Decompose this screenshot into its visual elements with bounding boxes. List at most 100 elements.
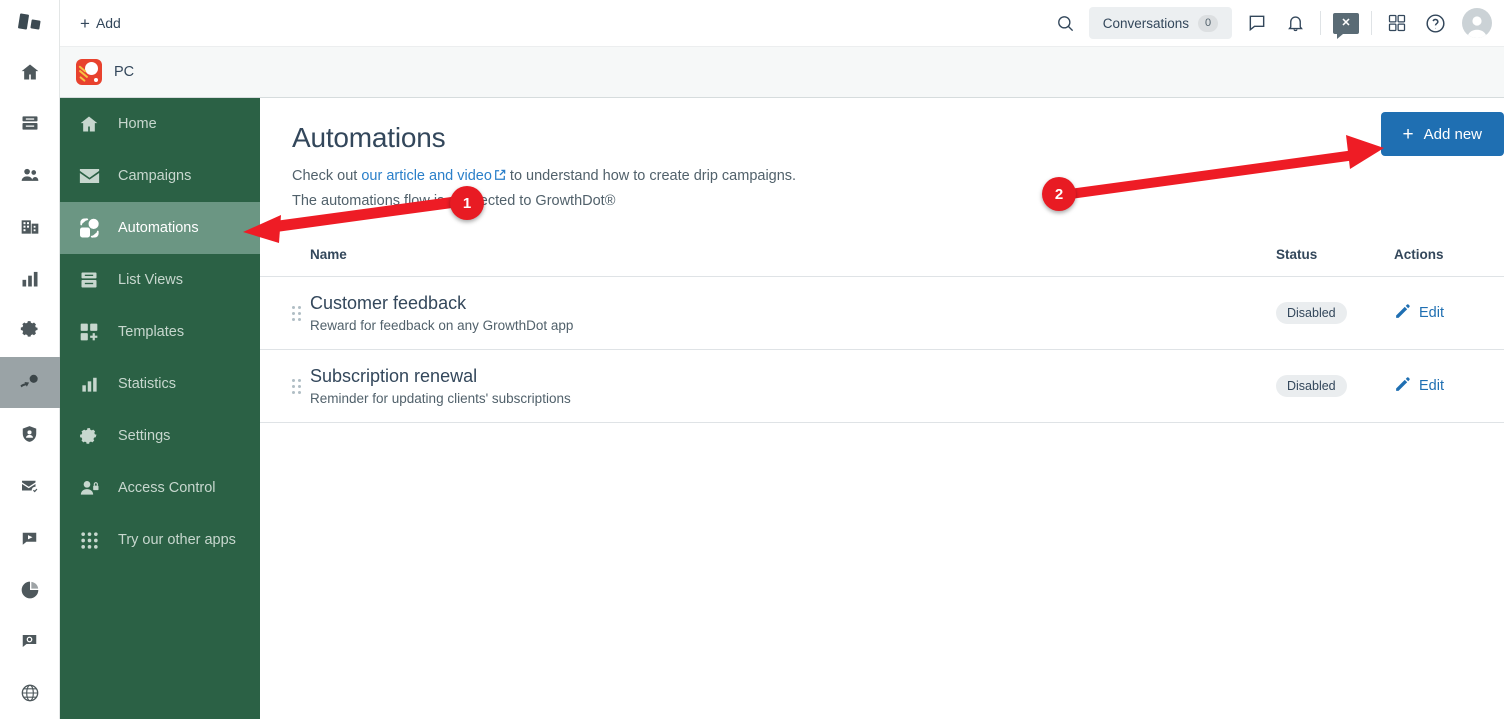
page-subtitle-line2: The automations flow is connected to Gro… xyxy=(292,193,616,209)
sidebar-item-access-control[interactable]: Access Control xyxy=(60,462,260,514)
column-header-handle xyxy=(260,237,310,277)
automation-description: Reward for feedback on any GrowthDot app xyxy=(310,318,574,333)
sidebar-item-try-our-other-apps[interactable]: Try our other apps xyxy=(60,514,260,566)
drag-handle-icon[interactable] xyxy=(292,305,302,321)
notifications-bell-icon[interactable] xyxy=(1276,4,1314,42)
rail-item-settings[interactable] xyxy=(0,305,60,357)
edit-label: Edit xyxy=(1419,305,1444,321)
sidebar-item-list-views[interactable]: List Views xyxy=(60,254,260,306)
product-logo-icon xyxy=(76,59,102,85)
add-new-label: Add new xyxy=(1423,125,1482,143)
add-button[interactable]: + Add xyxy=(74,11,127,36)
page-title: Automations xyxy=(292,122,446,153)
rail-item-automations-app[interactable] xyxy=(0,356,60,409)
sidebar-item-campaigns[interactable]: Campaigns xyxy=(60,150,260,202)
drag-handle-icon[interactable] xyxy=(292,378,302,394)
subtitle-suffix: to understand how to create drip campaig… xyxy=(505,168,797,184)
sidebar-item-settings[interactable]: Settings xyxy=(60,410,260,462)
chat-close-glyph: ✕ xyxy=(1333,12,1359,39)
sidebar-item-statistics[interactable]: Statistics xyxy=(60,358,260,410)
main-content: Automations Check out our article and vi… xyxy=(260,98,1504,719)
left-icon-rail xyxy=(0,0,60,719)
plus-icon: + xyxy=(1402,123,1414,145)
sidebar-item-home[interactable]: Home xyxy=(60,98,260,150)
rail-item-reports[interactable] xyxy=(0,253,60,305)
apps-grid-icon xyxy=(60,531,118,550)
status-badge: Disabled xyxy=(1276,302,1347,324)
add-new-button[interactable]: + Add new xyxy=(1380,112,1504,156)
rail-item-pie-chart[interactable] xyxy=(0,564,60,616)
app-root: + Add Conversations 0 ✕ PC Home Campaign… xyxy=(0,0,1504,719)
automation-description: Reminder for updating clients' subscript… xyxy=(310,391,571,406)
envelope-icon xyxy=(60,167,118,185)
column-header-actions: Actions xyxy=(1394,247,1444,262)
table-row[interactable]: Subscription renewal Reminder for updati… xyxy=(260,350,1504,423)
column-header-name: Name xyxy=(310,247,347,262)
pencil-icon xyxy=(1394,376,1411,397)
brand-logo-icon[interactable] xyxy=(0,0,60,46)
rail-item-database[interactable] xyxy=(0,98,60,150)
row-status-cell: Disabled xyxy=(1276,277,1394,350)
table-header-row: Name Status Actions xyxy=(260,237,1504,277)
rail-item-video[interactable] xyxy=(0,512,60,564)
row-actions-cell: Edit xyxy=(1394,350,1504,423)
column-header-status: Status xyxy=(1276,247,1318,262)
templates-icon xyxy=(60,322,118,342)
plus-icon: + xyxy=(80,13,90,33)
sidebar-item-label: Access Control xyxy=(118,480,216,496)
help-circle-icon[interactable] xyxy=(1416,4,1454,42)
rail-item-chat-refresh[interactable] xyxy=(0,615,60,667)
pencil-icon xyxy=(1394,303,1411,324)
external-link-icon[interactable] xyxy=(494,165,506,189)
sidebar-item-label: Try our other apps xyxy=(118,532,236,548)
automations-icon xyxy=(60,217,118,239)
edit-button[interactable]: Edit xyxy=(1394,303,1504,324)
global-topbar: + Add Conversations 0 ✕ xyxy=(60,0,1504,46)
page-header: Automations Check out our article and vi… xyxy=(260,98,1504,213)
table-row[interactable]: Customer feedback Reward for feedback on… xyxy=(260,277,1504,350)
page-subtitle: Check out our article and video to under… xyxy=(292,164,1472,213)
automation-name[interactable]: Customer feedback xyxy=(310,293,1276,314)
rail-item-mail-check[interactable] xyxy=(0,460,60,512)
automations-table: Name Status Actions Customer feedback Re… xyxy=(260,237,1504,423)
search-icon[interactable] xyxy=(1047,4,1085,42)
user-avatar[interactable] xyxy=(1462,8,1492,38)
sidebar-item-label: Statistics xyxy=(118,376,177,392)
row-status-cell: Disabled xyxy=(1276,350,1394,423)
app-sidebar: Home Campaigns Automations List Views Te… xyxy=(60,98,260,719)
row-name-cell[interactable]: Customer feedback Reward for feedback on… xyxy=(310,277,1276,350)
sidebar-item-label: Settings xyxy=(118,428,171,444)
chat-close-icon[interactable]: ✕ xyxy=(1327,4,1365,42)
topbar-actions: Conversations 0 ✕ xyxy=(1047,0,1504,46)
rail-item-globe[interactable] xyxy=(0,667,60,719)
rail-item-contacts[interactable] xyxy=(0,149,60,201)
automation-name[interactable]: Subscription renewal xyxy=(310,366,1276,387)
topbar-divider-1 xyxy=(1320,11,1321,35)
row-name-cell[interactable]: Subscription renewal Reminder for updati… xyxy=(310,350,1276,423)
status-badge: Disabled xyxy=(1276,375,1347,397)
article-video-link[interactable]: our article and video xyxy=(361,168,492,184)
sidebar-item-automations[interactable]: Automations xyxy=(60,202,260,254)
list-views-icon xyxy=(60,270,118,290)
row-actions-cell: Edit xyxy=(1394,277,1504,350)
sidebar-item-label: List Views xyxy=(118,272,184,288)
portal-bar: PC xyxy=(60,46,1504,98)
drag-handle-cell[interactable] xyxy=(260,350,310,423)
rail-item-shield-user[interactable] xyxy=(0,408,60,460)
table-body: Customer feedback Reward for feedback on… xyxy=(260,277,1504,423)
subtitle-prefix: Check out xyxy=(292,168,362,184)
edit-label: Edit xyxy=(1419,378,1444,394)
chat-bubble-icon[interactable] xyxy=(1238,4,1276,42)
edit-button[interactable]: Edit xyxy=(1394,376,1504,397)
statistics-icon xyxy=(60,375,118,394)
rail-item-home[interactable] xyxy=(0,46,60,98)
sidebar-item-label: Home xyxy=(118,116,157,132)
conversations-pill[interactable]: Conversations 0 xyxy=(1088,7,1232,39)
portal-name: PC xyxy=(114,64,135,80)
sidebar-item-label: Templates xyxy=(118,324,185,340)
marketplace-grid-icon[interactable] xyxy=(1378,4,1416,42)
topbar-divider-2 xyxy=(1371,11,1372,35)
drag-handle-cell[interactable] xyxy=(260,277,310,350)
sidebar-item-templates[interactable]: Templates xyxy=(60,306,260,358)
rail-item-companies[interactable] xyxy=(0,201,60,253)
